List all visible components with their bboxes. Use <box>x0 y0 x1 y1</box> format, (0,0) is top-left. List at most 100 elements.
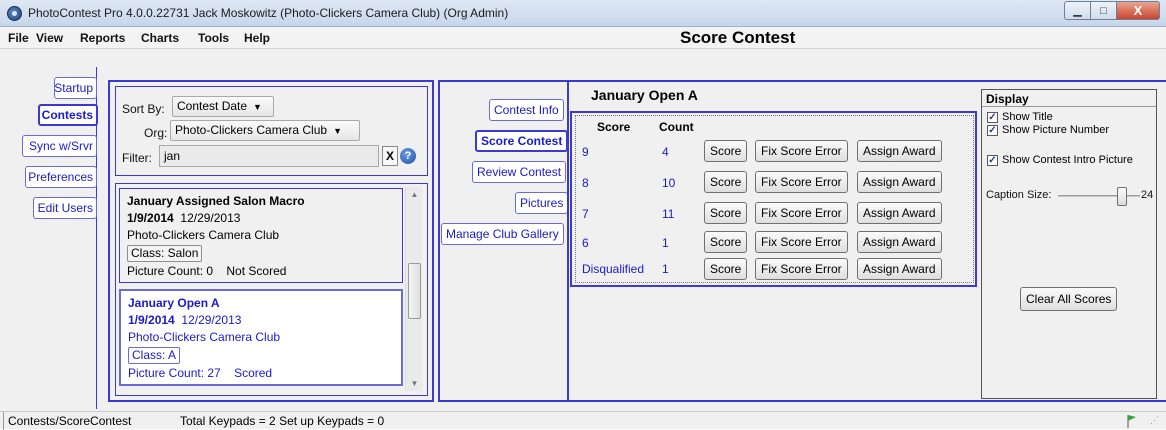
assign-award-button[interactable]: Assign Award <box>857 140 942 162</box>
show-intro-checkbox[interactable]: ✓ Show Contest Intro Picture <box>987 154 1133 166</box>
contest-picture-count: Picture Count: 0 <box>127 264 214 278</box>
fix-score-error-button[interactable]: Fix Score Error <box>755 171 848 193</box>
nav-preferences[interactable]: Preferences <box>25 166 97 188</box>
filter-label: Filter: <box>122 151 152 165</box>
display-title: Display <box>986 92 1029 106</box>
contest-name: January Assigned Salon Macro <box>127 194 305 208</box>
fix-score-error-button[interactable]: Fix Score Error <box>755 202 848 224</box>
org-label: Org: <box>144 126 168 140</box>
row-count: 11 <box>662 207 675 221</box>
help-icon[interactable]: ? <box>400 148 416 164</box>
caption-size-value: 24 <box>1141 189 1154 201</box>
scroll-up-icon[interactable]: ▲ <box>406 187 423 202</box>
fix-score-error-button[interactable]: Fix Score Error <box>755 231 848 253</box>
score-column-header: Score <box>597 120 631 134</box>
nav-contests[interactable]: Contests <box>38 104 98 126</box>
sort-value: Contest Date <box>177 99 248 113</box>
title-bar: PhotoContest Pro 4.0.0.22731 Jack Moskow… <box>0 0 1166 27</box>
window-controls: ▁ □ X <box>1064 1 1160 21</box>
sort-label: Sort By: <box>122 102 165 116</box>
tab-manage-club-gallery[interactable]: Manage Club Gallery <box>441 223 564 245</box>
row-score: 7 <box>582 207 589 221</box>
filter-input[interactable]: jan <box>159 145 379 167</box>
chevron-down-icon: ▼ <box>333 126 342 136</box>
slider-thumb[interactable] <box>1117 187 1127 206</box>
contest-date-2: 12/29/2013 <box>180 211 241 225</box>
show-title-checkbox[interactable]: ✓ Show Title <box>987 111 1053 123</box>
app-logo-icon <box>7 6 22 21</box>
score-contest-title: January Open A <box>591 87 698 103</box>
show-title-label: Show Title <box>1002 111 1053 123</box>
count-column-header: Count <box>659 120 694 134</box>
contest-club: Photo-Clickers Camera Club <box>128 330 281 344</box>
org-value: Photo-Clickers Camera Club <box>175 123 328 137</box>
window-title: PhotoContest Pro 4.0.0.22731 Jack Moskow… <box>28 6 509 20</box>
score-button[interactable]: Score <box>704 231 748 253</box>
fix-score-error-button[interactable]: Fix Score Error <box>755 258 848 280</box>
scroll-thumb[interactable] <box>408 263 421 319</box>
contest-class: Class: Salon <box>127 245 203 262</box>
scroll-down-icon[interactable]: ▼ <box>406 376 423 391</box>
score-button[interactable]: Score <box>704 258 748 280</box>
clear-all-scores-button[interactable]: Clear All Scores <box>1020 287 1118 311</box>
contest-dates: 1/9/2014 12/29/2013 <box>127 210 395 227</box>
status-keypads: Total Keypads = 2 Set up Keypads = 0 <box>180 414 385 428</box>
tab-contest-info[interactable]: Contest Info <box>489 99 564 121</box>
display-divider <box>982 106 1156 107</box>
score-button[interactable]: Score <box>704 202 748 224</box>
contest-club: Photo-Clickers Camera Club <box>127 228 280 242</box>
menu-tools[interactable]: Tools <box>198 31 229 45</box>
contest-name: January Open A <box>128 296 220 310</box>
nav-sync[interactable]: Sync w/Srvr <box>22 135 97 157</box>
contest-list-scrollbar[interactable]: ▲ ▼ <box>405 187 422 391</box>
minimize-icon: ▁ <box>1073 5 1082 17</box>
row-score: 8 <box>582 176 589 190</box>
menu-file[interactable]: File <box>8 31 29 45</box>
score-button[interactable]: Score <box>704 140 748 162</box>
nav-startup[interactable]: Startup <box>54 77 97 99</box>
minimize-button[interactable]: ▁ <box>1064 1 1090 20</box>
resize-grip-icon[interactable]: ⋰ <box>1150 415 1159 426</box>
caption-size-slider[interactable] <box>1058 187 1140 206</box>
maximize-icon: □ <box>1100 4 1107 17</box>
score-button[interactable]: Score <box>704 171 748 193</box>
contest-date: 1/9/2014 <box>127 211 174 225</box>
assign-award-button[interactable]: Assign Award <box>857 202 942 224</box>
nav-edit-users[interactable]: Edit Users <box>33 197 97 219</box>
org-dropdown[interactable]: Photo-Clickers Camera Club ▼ <box>170 120 360 141</box>
show-picture-number-checkbox[interactable]: ✓ Show Picture Number <box>987 124 1109 136</box>
menu-view[interactable]: View <box>36 31 63 45</box>
tab-pictures[interactable]: Pictures <box>515 192 569 214</box>
contest-date: 1/9/2014 <box>128 313 175 327</box>
tab-score-contest[interactable]: Score Contest <box>475 130 569 152</box>
close-button[interactable]: X <box>1116 1 1160 20</box>
assign-award-button[interactable]: Assign Award <box>857 171 942 193</box>
assign-award-button[interactable]: Assign Award <box>857 231 942 253</box>
menu-reports[interactable]: Reports <box>80 31 125 45</box>
caption-size-label: Caption Size: <box>986 189 1052 201</box>
contest-dates: 1/9/2014 12/29/2013 <box>128 312 394 329</box>
maximize-button[interactable]: □ <box>1090 1 1116 20</box>
checkmark-icon: ✓ <box>987 111 998 123</box>
page-title: Score Contest <box>680 28 796 47</box>
sort-dropdown[interactable]: Contest Date ▼ <box>172 96 274 117</box>
row-count: 4 <box>662 145 669 159</box>
fix-score-error-button[interactable]: Fix Score Error <box>755 140 848 162</box>
menu-charts[interactable]: Charts <box>141 31 179 45</box>
menu-help[interactable]: Help <box>244 31 270 45</box>
assign-award-button[interactable]: Assign Award <box>857 258 942 280</box>
chevron-down-icon: ▼ <box>253 102 262 112</box>
flag-icon <box>1127 415 1136 428</box>
menu-bar: File View Reports Charts Tools Help Scor… <box>0 27 1166 49</box>
score-area-divider <box>567 80 569 402</box>
contest-class: Class: A <box>128 347 181 364</box>
contest-picture-count: Picture Count: 27 <box>128 366 221 380</box>
contest-card-selected[interactable]: January Open A 1/9/2014 12/29/2013 Photo… <box>119 289 403 386</box>
checkmark-icon: ✓ <box>987 124 998 136</box>
contest-card[interactable]: January Assigned Salon Macro 1/9/2014 12… <box>119 188 403 283</box>
clear-filter-button[interactable]: X <box>382 146 398 166</box>
status-path: Contests/ScoreContest <box>8 414 132 428</box>
tab-review-contest[interactable]: Review Contest <box>472 161 567 183</box>
row-score: 6 <box>582 236 589 250</box>
contest-date-2: 12/29/2013 <box>181 313 242 327</box>
